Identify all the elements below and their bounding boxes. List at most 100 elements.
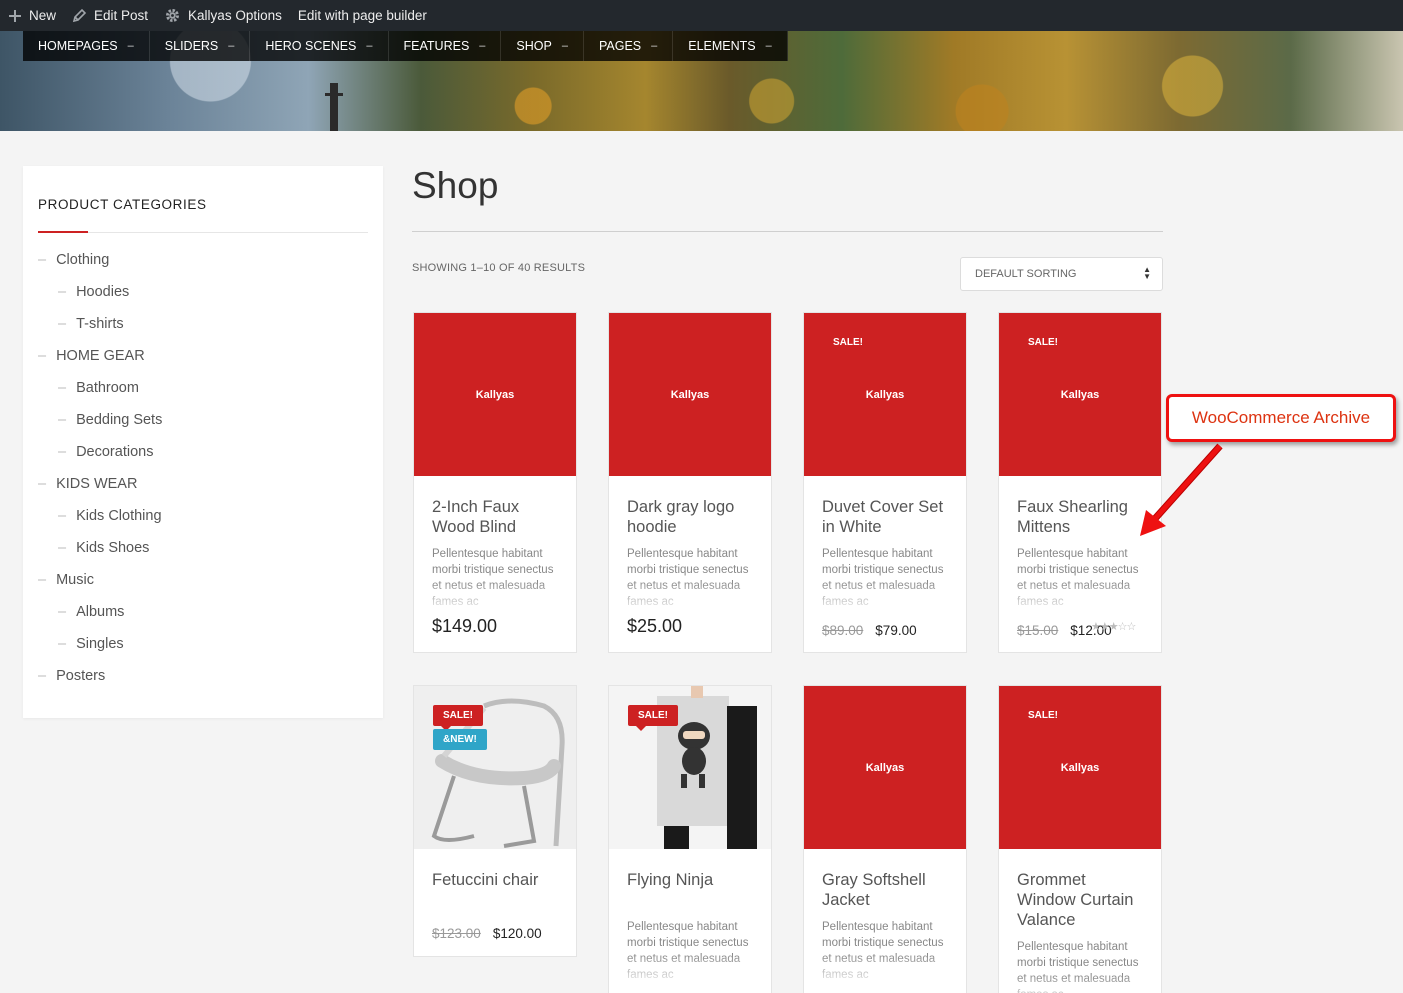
- category-label: Bathroom: [76, 380, 139, 396]
- sale-price: $79.00: [875, 623, 917, 638]
- widget-title: PRODUCT CATEGORIES: [38, 197, 207, 212]
- category-music[interactable]: – Music: [38, 572, 94, 588]
- nav-elements[interactable]: ELEMENTS –: [673, 31, 788, 61]
- nav-label: HERO SCENES: [265, 39, 357, 53]
- page-title: Shop: [412, 165, 499, 206]
- category-clothing[interactable]: – Clothing: [38, 252, 109, 268]
- category-label: Kids Shoes: [76, 540, 150, 556]
- nav-sliders[interactable]: SLIDERS –: [150, 31, 251, 61]
- caret-icon: –: [228, 40, 235, 52]
- nav-label: SLIDERS: [164, 39, 219, 53]
- nav-label: SHOP: [516, 39, 552, 53]
- category-label: Kids Clothing: [76, 508, 162, 524]
- nav-homepages[interactable]: HOMEPAGES –: [23, 31, 150, 61]
- category-kids-wear[interactable]: – KIDS WEAR: [38, 476, 137, 492]
- new-badge: &NEW!: [433, 729, 487, 750]
- sorting-value: DEFAULT SORTING: [975, 268, 1077, 280]
- caret-icon: –: [127, 40, 134, 52]
- nav-label: ELEMENTS: [688, 39, 756, 53]
- image-placeholder-text: Kallyas: [865, 388, 905, 401]
- product-description: Pellentesque habitant morbi tristique se…: [432, 548, 554, 608]
- edit-post-label: Edit Post: [94, 8, 149, 23]
- product-title[interactable]: Fetuccini chair: [432, 870, 564, 890]
- widget-divider-accent: [38, 231, 88, 233]
- product-title[interactable]: Grommet Window Curtain Valance: [1017, 870, 1149, 930]
- category-kids-clothing[interactable]: – Kids Clothing: [58, 508, 162, 524]
- category-posters[interactable]: – Posters: [38, 668, 105, 684]
- category-label: Singles: [76, 636, 124, 652]
- product-price: $149.00: [432, 616, 498, 636]
- category-t-shirts[interactable]: – T-shirts: [58, 316, 124, 332]
- edit-post-button[interactable]: Edit Post: [72, 8, 148, 23]
- category-decorations[interactable]: – Decorations: [58, 444, 153, 460]
- sale-badge: SALE!: [1028, 710, 1058, 721]
- product-title[interactable]: Flying Ninja: [627, 870, 759, 890]
- caret-icon: –: [765, 40, 772, 52]
- product-image[interactable]: Kallyas: [999, 686, 1161, 849]
- product-image[interactable]: Kallyas: [414, 313, 576, 476]
- category-label: Music: [56, 572, 94, 588]
- pencil-icon: [72, 8, 87, 23]
- product-title[interactable]: Dark gray logo hoodie: [627, 497, 759, 537]
- nav-label: HOMEPAGES: [38, 39, 118, 53]
- caret-icon: –: [366, 40, 373, 52]
- product-card[interactable]: SALE! &NEW! Fetuccini chair $123.00 $120.…: [413, 685, 577, 957]
- caret-icon: –: [651, 40, 658, 52]
- product-card[interactable]: Kallyas SALE! Grommet Window Curtain Val…: [998, 685, 1162, 993]
- sale-badge: SALE!: [628, 705, 678, 731]
- sale-badge: SALE!: [433, 705, 483, 731]
- new-button[interactable]: New: [8, 8, 56, 23]
- product-title[interactable]: Gray Softshell Jacket: [822, 870, 954, 910]
- product-description: Pellentesque habitant morbi tristique se…: [627, 921, 749, 981]
- page-builder-label: Edit with page builder: [297, 8, 427, 23]
- product-card[interactable]: Kallyas 2-Inch Faux Wood Blind Pellentes…: [413, 312, 577, 653]
- nav-shop[interactable]: SHOP –: [501, 31, 584, 61]
- annotation-arrow-icon: [1140, 443, 1223, 536]
- category-label: KIDS WEAR: [56, 476, 138, 492]
- category-label: Posters: [56, 668, 106, 684]
- product-card[interactable]: Kallyas Dark gray logo hoodie Pellentesq…: [608, 312, 772, 653]
- product-image[interactable]: Kallyas: [609, 313, 771, 476]
- category-home-gear[interactable]: – HOME GEAR: [38, 348, 145, 364]
- nav-pages[interactable]: PAGES –: [584, 31, 674, 61]
- main-navigation: HOMEPAGES – SLIDERS – HERO SCENES – FEATURE…: [23, 31, 788, 61]
- admin-bar: New Edit Post Kallyas Options Edit with …: [0, 0, 1403, 31]
- category-kids-shoes[interactable]: – Kids Shoes: [58, 540, 149, 556]
- category-hoodies[interactable]: – Hoodies: [58, 284, 129, 300]
- old-price: $89.00: [822, 623, 864, 638]
- product-description: Pellentesque habitant morbi tristique se…: [1017, 548, 1139, 608]
- rating-stars-icon: ★★★☆☆: [1091, 621, 1136, 633]
- category-bathroom[interactable]: – Bathroom: [58, 380, 139, 396]
- category-label: Decorations: [76, 444, 154, 460]
- product-price: $89.00 $79.00: [822, 619, 917, 640]
- category-label: Clothing: [56, 252, 110, 268]
- page-builder-button[interactable]: Edit with page builder: [298, 8, 427, 23]
- kallyas-options-button[interactable]: Kallyas Options: [164, 7, 282, 24]
- caret-icon: –: [561, 40, 568, 52]
- category-singles[interactable]: – Singles: [58, 636, 124, 652]
- product-card[interactable]: SALE! Flying Ninja Pellentesque habitant…: [608, 685, 772, 993]
- product-categories-widget: PRODUCT CATEGORIES – Clothing – Hoodies – T…: [23, 166, 383, 718]
- nav-hero-scenes[interactable]: HERO SCENES –: [250, 31, 389, 61]
- product-card[interactable]: Kallyas Gray Softshell Jacket Pellentesq…: [803, 685, 967, 993]
- product-image[interactable]: Kallyas: [804, 686, 966, 849]
- nav-features[interactable]: FEATURES –: [389, 31, 502, 61]
- product-price: $25.00: [627, 616, 683, 636]
- product-title[interactable]: 2-Inch Faux Wood Blind: [432, 497, 564, 537]
- image-placeholder-text: Kallyas: [1060, 761, 1100, 774]
- category-label: Bedding Sets: [76, 412, 163, 428]
- category-bedding-sets[interactable]: – Bedding Sets: [58, 412, 162, 428]
- category-albums[interactable]: – Albums: [58, 604, 124, 620]
- product-image[interactable]: Kallyas: [804, 313, 966, 476]
- category-label: T-shirts: [76, 316, 124, 332]
- product-description: Pellentesque habitant morbi tristique se…: [822, 548, 944, 608]
- product-title[interactable]: Duvet Cover Set in White: [822, 497, 954, 537]
- product-description: Pellentesque habitant morbi tristique se…: [627, 548, 749, 608]
- product-card[interactable]: Kallyas SALE! Duvet Cover Set in White P…: [803, 312, 967, 653]
- category-label: Hoodies: [76, 284, 130, 300]
- nav-label: PAGES: [598, 39, 642, 53]
- gear-icon: [164, 7, 181, 24]
- image-placeholder-text: Kallyas: [865, 761, 905, 774]
- sorting-select[interactable]: DEFAULT SORTING ▲ ▼: [960, 257, 1163, 291]
- category-label: HOME GEAR: [56, 348, 145, 364]
